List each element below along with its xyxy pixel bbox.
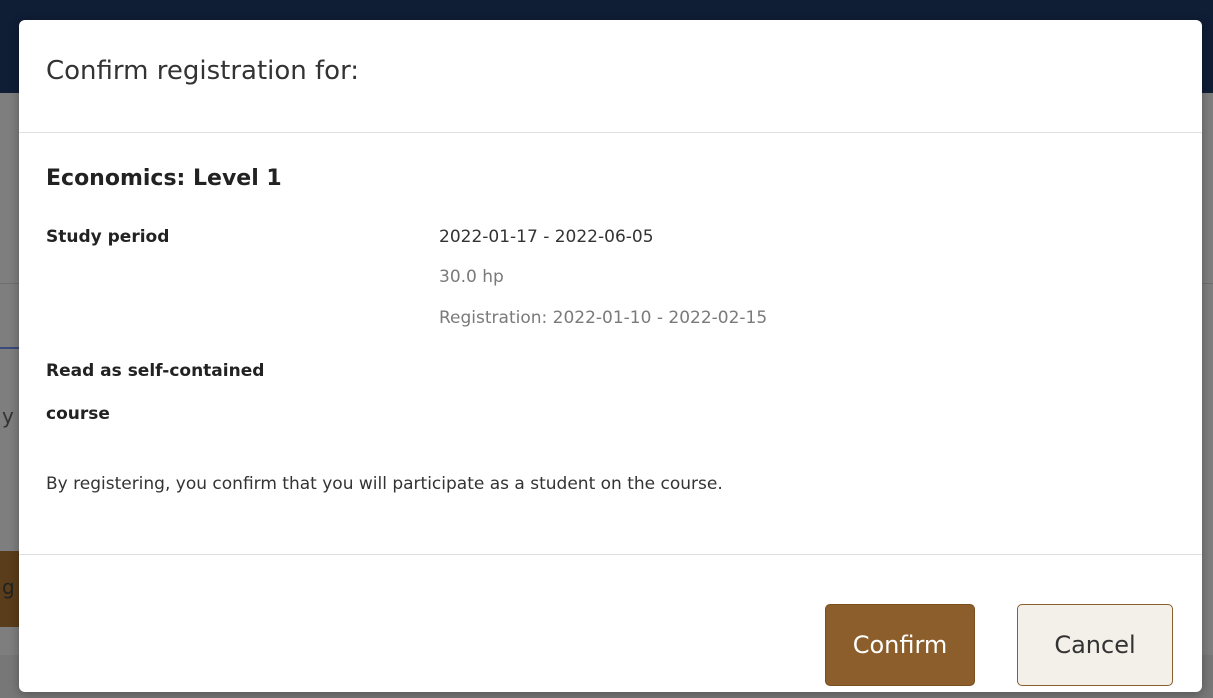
course-type-label-line2: course	[46, 404, 110, 424]
background-accent-line	[0, 347, 20, 349]
course-credits: 30.0 hp	[439, 267, 504, 287]
dialog-header: Confirm registration for:	[19, 20, 1202, 133]
background-button-edge: g	[0, 551, 20, 627]
confirm-registration-dialog: Confirm registration for: Economics: Lev…	[19, 20, 1202, 692]
study-period-dates: 2022-01-17 - 2022-06-05	[439, 227, 654, 247]
background-text-fragment: y	[2, 404, 14, 428]
dialog-title: Confirm registration for:	[46, 56, 360, 86]
consent-text: By registering, you confirm that you wil…	[46, 474, 723, 494]
course-type-label-line1: Read as self-contained	[46, 361, 265, 381]
cancel-button[interactable]: Cancel	[1017, 604, 1173, 686]
background-button-text-fragment: g	[2, 575, 15, 599]
registration-period: Registration: 2022-01-10 - 2022-02-15	[439, 308, 768, 328]
confirm-button[interactable]: Confirm	[825, 604, 975, 686]
dialog-footer: Confirm Cancel	[19, 554, 1202, 692]
course-title: Economics: Level 1	[46, 166, 282, 191]
study-period-label: Study period	[46, 227, 170, 247]
